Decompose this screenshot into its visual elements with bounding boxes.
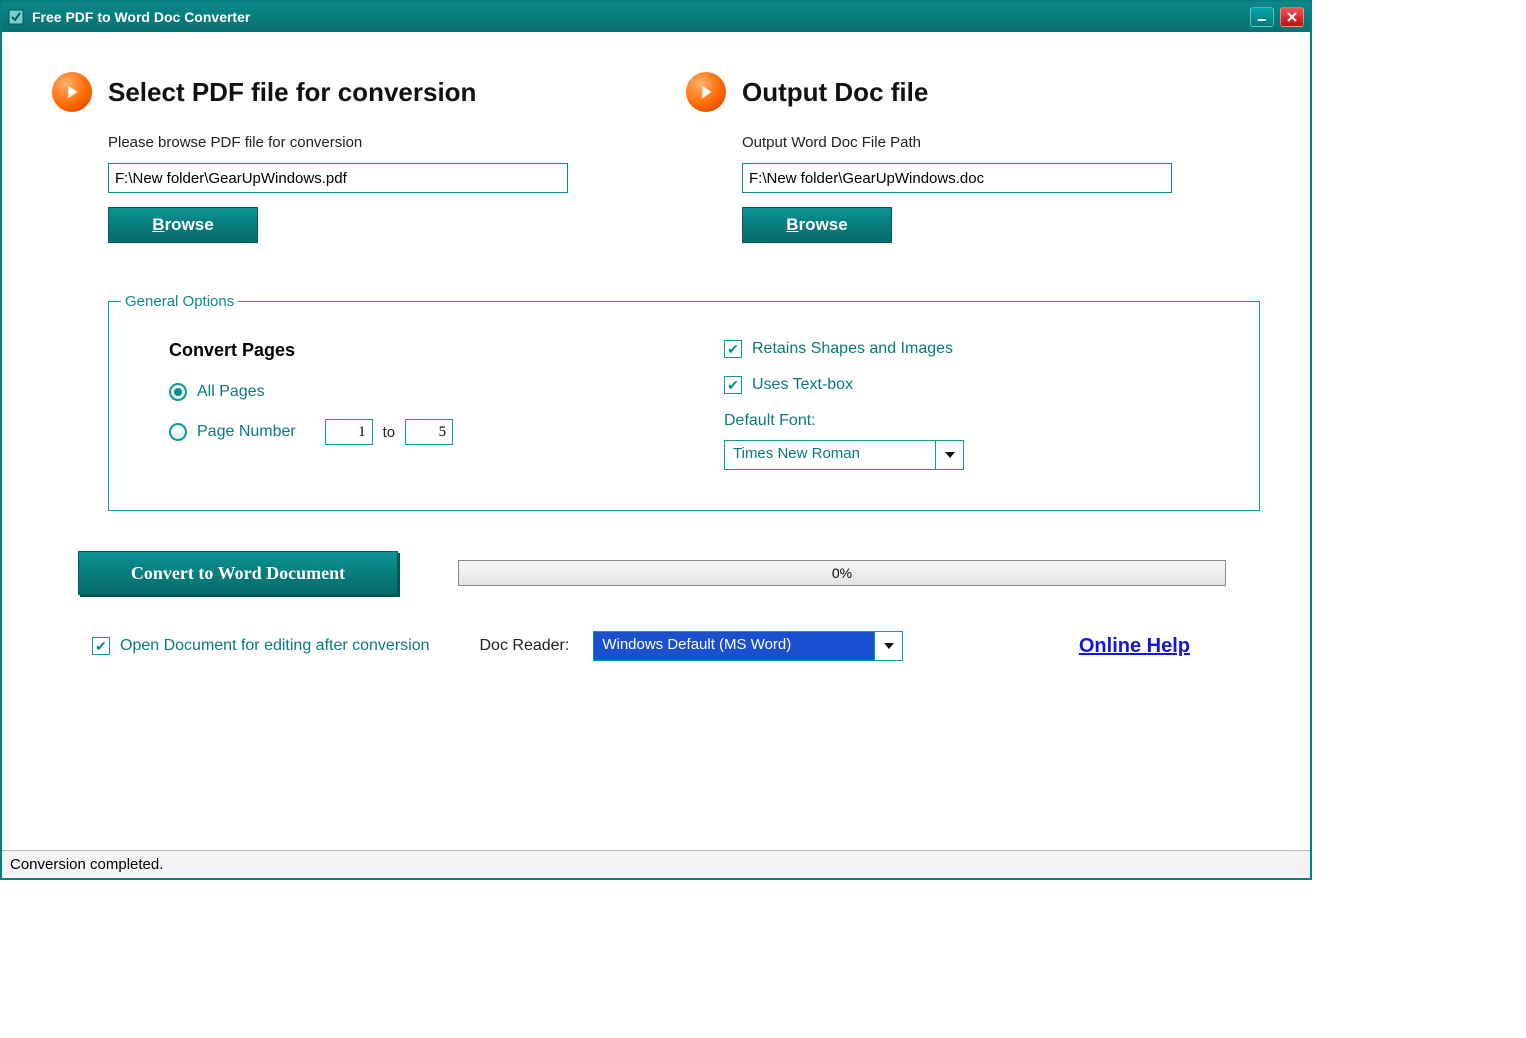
radio-icon — [169, 423, 187, 441]
input-section: Select PDF file for conversion Please br… — [52, 72, 626, 243]
page-number-label: Page Number — [197, 423, 296, 441]
progress-bar: 0% — [458, 560, 1226, 586]
output-browse-button[interactable]: BBrowserowse — [742, 207, 892, 243]
retains-checkbox[interactable]: Retains Shapes and Images — [724, 340, 1219, 358]
checkbox-icon — [724, 376, 742, 394]
input-path-field[interactable] — [108, 163, 568, 193]
retains-label: Retains Shapes and Images — [752, 340, 953, 358]
open-after-label: Open Document for editing after conversi… — [120, 637, 430, 655]
convert-button[interactable]: Convert to Word Document — [78, 551, 398, 595]
open-after-checkbox[interactable]: Open Document for editing after conversi… — [92, 637, 430, 655]
general-legend: General Options — [121, 293, 238, 310]
checkbox-icon — [92, 637, 110, 655]
doc-reader-value: Windows Default (MS Word) — [594, 632, 874, 660]
radio-icon — [169, 383, 187, 401]
default-font-value: Times New Roman — [725, 441, 935, 469]
online-help-link[interactable]: Online Help — [1079, 635, 1190, 658]
play-icon — [686, 72, 726, 112]
default-font-label: Default Font: — [724, 412, 1219, 430]
general-options-group: General Options Convert Pages All Pages … — [108, 293, 1260, 511]
doc-reader-combo[interactable]: Windows Default (MS Word) — [593, 631, 903, 661]
input-heading: Select PDF file for conversion — [108, 77, 476, 108]
close-button[interactable] — [1280, 7, 1304, 27]
output-section: Output Doc file Output Word Doc File Pat… — [686, 72, 1260, 243]
doc-reader-label: Doc Reader: — [480, 637, 570, 655]
progress-text: 0% — [832, 565, 852, 581]
page-number-radio[interactable]: Page Number to — [169, 419, 664, 445]
window-title: Free PDF to Word Doc Converter — [32, 9, 1250, 25]
app-window: Free PDF to Word Doc Converter Select PD… — [0, 0, 1312, 880]
default-font-combo[interactable]: Times New Roman — [724, 440, 964, 470]
output-label: Output Word Doc File Path — [742, 134, 1260, 151]
all-pages-label: All Pages — [197, 383, 265, 401]
minimize-button[interactable] — [1250, 7, 1274, 27]
convert-pages-title: Convert Pages — [169, 340, 664, 361]
to-label: to — [383, 424, 396, 441]
output-path-field[interactable] — [742, 163, 1172, 193]
titlebar: Free PDF to Word Doc Converter — [2, 2, 1310, 32]
all-pages-radio[interactable]: All Pages — [169, 383, 664, 401]
chevron-down-icon[interactable] — [935, 441, 963, 469]
play-icon — [52, 72, 92, 112]
output-heading: Output Doc file — [742, 77, 928, 108]
input-label: Please browse PDF file for conversion — [108, 134, 626, 151]
content-area: Select PDF file for conversion Please br… — [2, 32, 1310, 850]
status-text: Conversion completed. — [10, 856, 163, 873]
chevron-down-icon[interactable] — [874, 632, 902, 660]
status-bar: Conversion completed. — [2, 850, 1310, 878]
checkbox-icon — [724, 340, 742, 358]
page-to-input[interactable] — [405, 419, 453, 445]
textbox-checkbox[interactable]: Uses Text-box — [724, 376, 1219, 394]
input-browse-button[interactable]: BBrowserowse — [108, 207, 258, 243]
page-from-input[interactable] — [325, 419, 373, 445]
app-icon — [8, 9, 24, 25]
textbox-label: Uses Text-box — [752, 376, 853, 394]
